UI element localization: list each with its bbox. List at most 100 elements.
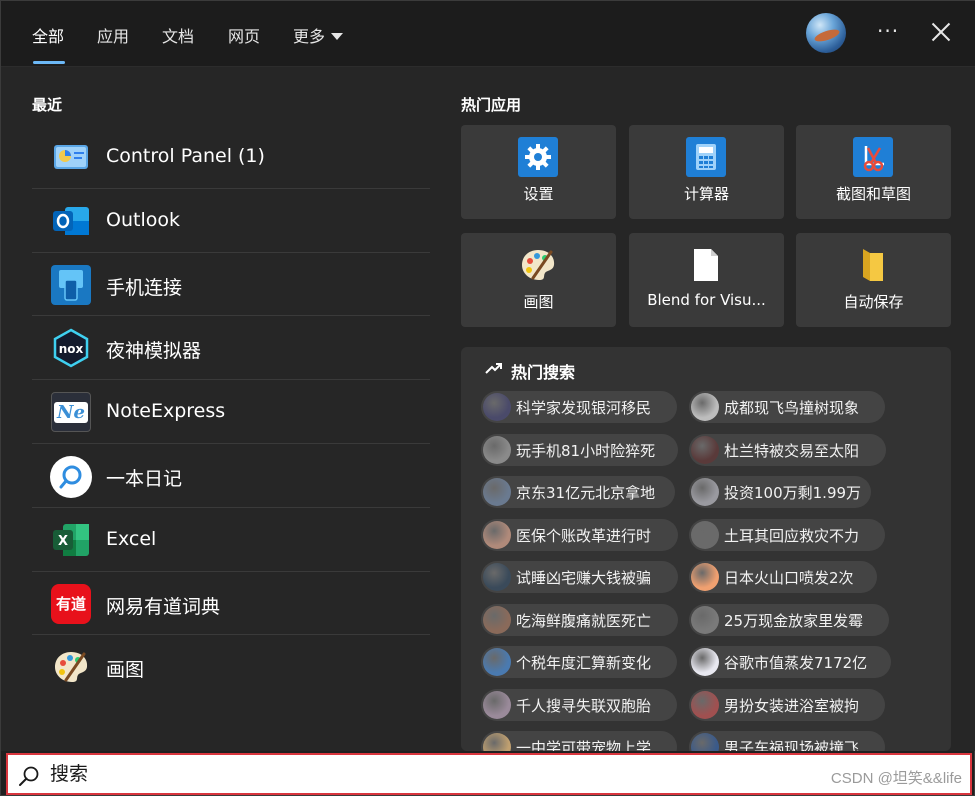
hot-app-snip-sketch[interactable]: 截图和草图 [796, 125, 951, 219]
hot-search-text: 杜兰特被交易至太阳 [724, 441, 860, 460]
hot-search-chip-left-1[interactable]: 玩手机81小时险猝死 [481, 433, 678, 466]
paint-icon [518, 245, 558, 285]
hot-search-chip-right-6[interactable]: 谷歌市值蒸发7172亿 [689, 646, 891, 678]
search-bar[interactable]: CSDN @坦笑&&life [6, 753, 972, 795]
hot-search-chip-left-8[interactable]: 一中学可带宠物上学 [481, 731, 677, 751]
ne-glyph: Ne [54, 401, 88, 423]
hot-app-blend[interactable]: Blend for Visu... [629, 233, 784, 327]
hot-app-settings[interactable]: 设置 [461, 125, 616, 219]
recent-item-diary[interactable]: 一本日记 [32, 444, 430, 508]
recent-item-label: 网易有道词典 [106, 595, 221, 618]
recent-item-paint[interactable]: 画图 [32, 635, 430, 699]
hot-search-text: 投资100万剩1.99万 [724, 484, 862, 502]
hot-app-calculator[interactable]: 计算器 [629, 125, 784, 219]
search-icon [19, 766, 39, 786]
hot-apps-title: 热门应用 [461, 96, 522, 114]
hot-search-chip-right-4[interactable]: 日本火山口喷发2次 [689, 561, 877, 593]
thumbnail-image [691, 563, 719, 591]
thumbnail-image [483, 520, 511, 549]
hot-search-chip-left-0[interactable]: 科学家发现银河移民 [481, 391, 677, 423]
recent-item-phone-link[interactable]: 手机连接 [32, 253, 430, 317]
hot-search-chip-right-5[interactable]: 25万现金放家里发霉 [689, 603, 889, 636]
gear-icon [518, 137, 558, 177]
active-tab-indicator [33, 61, 65, 64]
watermark: CSDN @坦笑&&life [830, 770, 962, 787]
hot-search-chip-right-1[interactable]: 杜兰特被交易至太阳 [689, 433, 886, 466]
hot-search-panel: 热门搜索 科学家发现银河移民 玩手机81小时险猝死 京东31亿元北京拿地 医保个账改革… [461, 347, 951, 751]
hot-search-chip-right-2[interactable]: 投资100万剩1.99万 [689, 476, 871, 508]
hot-search-text: 玩手机81小时险猝死 [516, 441, 656, 460]
thumbnail-image [691, 733, 719, 751]
thumbnail-image [483, 690, 511, 719]
hot-search-text: 试睡凶宅赚大钱被骗 [516, 569, 652, 587]
hot-search-chip-left-5[interactable]: 吃海鲜腹痛就医死亡 [481, 603, 678, 636]
hot-app-label: Blend for Visu... [647, 291, 766, 309]
folder-icon [853, 245, 893, 285]
hot-app-paint[interactable]: 画图 [461, 233, 616, 327]
hot-search-text: 男扮女装进浴室被拘 [724, 696, 860, 715]
noteexpress-icon: Ne [51, 392, 91, 433]
recent-item-outlook[interactable]: Outlook [32, 189, 430, 253]
tab-more[interactable]: 更多 [293, 23, 344, 47]
hot-search-chip-left-2[interactable]: 京东31亿元北京拿地 [481, 476, 675, 508]
hot-app-label: 截图和草图 [835, 185, 911, 203]
thumbnail-image [691, 648, 719, 676]
hot-app-label: 计算器 [683, 185, 729, 203]
search-input[interactable] [50, 759, 790, 789]
hot-search-text: 一中学可带宠物上学 [516, 739, 652, 751]
control-panel-icon [51, 137, 91, 177]
more-options-icon[interactable]: ··· [877, 19, 899, 43]
hot-app-label: 设置 [523, 185, 554, 203]
chevron-down-icon [331, 32, 344, 40]
top-tab-bar: 全部 应用 文档 网页 更多 ··· [1, 1, 975, 67]
youdao-icon: 有道 [51, 583, 91, 624]
hot-search-text: 科学家发现银河移民 [516, 399, 652, 417]
thumbnail-image [483, 478, 511, 506]
tab-web[interactable]: 网页 [228, 23, 260, 47]
recent-item-youdao[interactable]: 有道 网易有道词典 [32, 572, 430, 636]
hot-search-chip-right-7[interactable]: 男扮女装进浴室被拘 [689, 688, 885, 721]
hot-search-text: 谷歌市值蒸发7172亿 [724, 654, 868, 672]
trending-icon [485, 363, 502, 374]
hot-search-chip-right-8[interactable]: 男子车祸现场被撞飞 [689, 731, 885, 751]
recent-list: Control Panel (1) Outlook 手机连接 nox 夜神模拟器… [32, 125, 430, 699]
close-icon[interactable] [929, 20, 953, 44]
hot-search-chip-left-6[interactable]: 个税年度汇算新变化 [481, 646, 677, 678]
tab-more-label: 更多 [293, 27, 326, 46]
recent-item-control-panel[interactable]: Control Panel (1) [32, 125, 430, 189]
recent-item-nox[interactable]: nox 夜神模拟器 [32, 316, 430, 381]
hot-search-chip-right-3[interactable]: 土耳其回应救灾不力 [689, 518, 885, 551]
hot-app-autosave[interactable]: 自动保存 [796, 233, 951, 327]
tab-all[interactable]: 全部 [32, 23, 64, 47]
hot-search-chip-left-7[interactable]: 千人搜寻失联双胞胎 [481, 688, 677, 721]
thumbnail-image [691, 478, 719, 506]
tab-apps[interactable]: 应用 [97, 23, 129, 47]
diary-icon [50, 455, 92, 498]
youdao-glyph: 有道 [55, 595, 86, 614]
search-window: 全部 应用 文档 网页 更多 ··· 最近 Control Panel (1) … [0, 0, 975, 796]
thumbnail-image [691, 520, 719, 549]
thumbnail-image [691, 605, 719, 634]
hot-search-chip-left-3[interactable]: 医保个账改革进行时 [481, 518, 678, 551]
outlook-icon [51, 201, 91, 241]
hot-search-text: 个税年度汇算新变化 [516, 654, 652, 672]
excel-icon: X [51, 520, 91, 560]
thumbnail-image [483, 393, 511, 421]
thumbnail-image [483, 563, 511, 591]
hot-search-text: 吃海鲜腹痛就医死亡 [516, 611, 652, 630]
hot-search-text: 京东31亿元北京拿地 [516, 484, 656, 502]
hot-search-chip-right-0[interactable]: 成都现飞鸟撞树现象 [689, 391, 885, 423]
recent-item-label: 画图 [106, 659, 145, 682]
tab-documents[interactable]: 文档 [162, 23, 194, 47]
thumbnail-image [483, 435, 511, 464]
thumbnail-image [483, 733, 511, 751]
recent-title: 最近 [32, 96, 63, 114]
recent-item-label: NoteExpress [106, 400, 226, 423]
recent-item-label: 一本日记 [106, 467, 183, 490]
hot-search-chip-left-4[interactable]: 试睡凶宅赚大钱被骗 [481, 561, 678, 593]
avatar[interactable] [806, 13, 846, 53]
excel-glyph: X [58, 534, 68, 549]
recent-item-label: Excel [106, 527, 157, 550]
recent-item-noteexpress[interactable]: Ne NoteExpress [32, 380, 430, 444]
recent-item-excel[interactable]: X Excel [32, 508, 430, 572]
